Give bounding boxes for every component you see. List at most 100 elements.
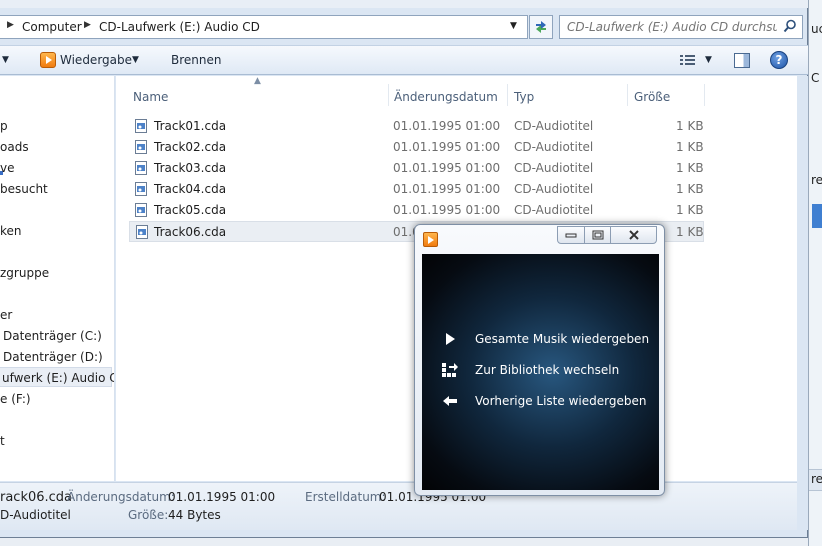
action-label: Zur Bibliothek wechseln — [475, 363, 620, 377]
nav-item-label: Datenträger (C:) — [3, 329, 102, 343]
nav-item[interactable]: er — [0, 305, 112, 325]
details-filename: rack06.cda — [0, 490, 73, 505]
background-window-top — [0, 0, 808, 8]
file-size: 1 KB — [676, 161, 704, 175]
search-icon[interactable] — [783, 19, 797, 33]
audio-file-icon — [135, 182, 147, 196]
table-row[interactable]: Track01.cda 01.01.1995 01:00 CD-Audiotit… — [129, 116, 704, 137]
action-label: Vorherige Liste wiedergeben — [475, 394, 647, 408]
nav-item-label: ufwerk (E:) Audio CD — [2, 371, 115, 385]
file-name: Track04.cda — [154, 182, 227, 196]
nav-item-label: e (F:) — [0, 392, 31, 406]
nav-item-drive-d[interactable]: Datenträger (D:) — [0, 347, 112, 367]
chevron-down-icon[interactable]: ▼ — [132, 55, 139, 65]
column-separator[interactable] — [388, 84, 389, 106]
breadcrumb-cd-drive[interactable]: CD-Laufwerk (E:) Audio CD — [99, 20, 260, 34]
column-separator[interactable] — [507, 84, 508, 106]
table-row[interactable]: Track03.cda 01.01.1995 01:00 CD-Audiotit… — [129, 158, 704, 179]
nav-item-label: zgruppe — [0, 266, 50, 280]
file-date: 01.01.1995 01:00 — [393, 203, 501, 217]
file-date: 01.01.1995 01:00 — [393, 140, 501, 154]
details-filetype: D-Audiotitel — [0, 508, 71, 522]
background-selection — [812, 204, 822, 228]
column-separator[interactable] — [627, 84, 628, 106]
background-text: re — [811, 472, 822, 486]
burn-button[interactable]: Brennen — [171, 53, 221, 67]
table-row[interactable]: Track02.cda 01.01.1995 01:00 CD-Audiotit… — [129, 137, 704, 158]
chevron-right-icon[interactable]: ▶ — [84, 20, 91, 30]
nav-item[interactable]: besucht — [0, 179, 112, 199]
audio-file-icon — [135, 203, 147, 217]
minimize-icon — [565, 233, 577, 238]
chevron-down-icon[interactable]: ▼ — [2, 55, 9, 65]
play-icon — [446, 333, 455, 345]
nav-item-cd-drive[interactable]: ufwerk (E:) Audio CD — [0, 367, 115, 387]
file-name: Track05.cda — [154, 203, 227, 217]
nav-item-label: er — [0, 308, 13, 322]
nav-item[interactable]: zgruppe — [0, 263, 112, 283]
media-player-icon[interactable] — [40, 52, 56, 68]
column-header-name[interactable]: Name — [133, 90, 168, 104]
background-window-bottom — [0, 538, 808, 546]
nav-item-drive-f[interactable]: e (F:) — [0, 389, 112, 409]
library-switch-icon — [442, 363, 458, 377]
nav-item[interactable]: t — [0, 431, 112, 451]
file-size: 1 KB — [676, 225, 704, 239]
file-name: Track03.cda — [154, 161, 227, 175]
background-text: C — [811, 71, 820, 85]
preview-pane-icon[interactable] — [734, 53, 750, 68]
details-modified-value: 01.01.1995 01:00 — [168, 490, 276, 504]
nav-item-label: p — [0, 119, 8, 133]
minimize-button[interactable] — [557, 226, 585, 244]
command-bar: ▼ Wiedergabe ▼ Brennen ▼ ? — [0, 45, 808, 75]
help-icon[interactable]: ? — [770, 51, 788, 69]
play-button[interactable]: Wiedergabe — [60, 53, 132, 67]
table-row[interactable]: Track04.cda 01.01.1995 01:00 CD-Audiotit… — [129, 179, 704, 200]
nav-item-label: Datenträger (D:) — [3, 350, 103, 364]
column-header-type[interactable]: Typ — [514, 90, 534, 104]
file-size: 1 KB — [676, 182, 704, 196]
nav-item-drive-c[interactable]: Datenträger (C:) — [0, 326, 112, 346]
table-row[interactable]: Track05.cda 01.01.1995 01:00 CD-Audiotit… — [129, 200, 704, 221]
breadcrumb-computer[interactable]: Computer — [22, 20, 82, 34]
file-name: Track02.cda — [154, 140, 227, 154]
details-size-label: Größe: — [128, 508, 169, 522]
restore-button[interactable] — [584, 226, 611, 244]
nav-item[interactable]: p — [0, 116, 112, 136]
scrollbar-track[interactable] — [797, 76, 808, 530]
file-type: CD-Audiotitel — [514, 161, 594, 175]
details-pane: rack06.cda D-Audiotitel Änderungsdatum: … — [0, 482, 797, 530]
close-button[interactable] — [610, 226, 657, 244]
nav-item[interactable]: ken — [0, 221, 112, 241]
file-date: 01.01.1995 01:00 — [393, 119, 501, 133]
file-size: 1 KB — [676, 203, 704, 217]
address-bar[interactable]: ▶ Computer ▶ CD-Laufwerk (E:) Audio CD ▼ — [0, 15, 528, 39]
file-type: CD-Audiotitel — [514, 203, 594, 217]
nav-item-label: ken — [0, 224, 22, 238]
nav-item[interactable]: oads — [0, 137, 112, 157]
search-field[interactable] — [559, 15, 803, 39]
refresh-button[interactable] — [529, 15, 553, 39]
address-row: ▶ Computer ▶ CD-Laufwerk (E:) Audio CD ▼ — [0, 8, 808, 44]
nav-item[interactable]: ve — [0, 158, 112, 178]
column-header-date[interactable]: Änderungsdatum — [394, 90, 498, 104]
nav-item-label: oads — [0, 140, 29, 154]
file-type: CD-Audiotitel — [514, 140, 594, 154]
file-size: 1 KB — [676, 140, 704, 154]
file-size: 1 KB — [676, 119, 704, 133]
action-label: Gesamte Musik wiedergeben — [475, 332, 650, 346]
view-options-icon[interactable] — [680, 54, 696, 67]
media-player-icon — [423, 232, 438, 247]
nav-item-label: ve — [0, 161, 15, 175]
search-input[interactable] — [567, 19, 777, 35]
background-text: re — [811, 173, 822, 187]
chevron-down-icon[interactable]: ▼ — [510, 21, 517, 31]
media-player-window[interactable]: Gesamte Musik wiedergeben Zur Bibliothek… — [414, 224, 665, 496]
chevron-down-icon[interactable]: ▼ — [705, 55, 712, 65]
chevron-right-icon[interactable]: ▶ — [7, 20, 14, 30]
nav-item-label: t — [0, 434, 5, 448]
column-header-size[interactable]: Größe — [634, 90, 670, 104]
file-name: Track01.cda — [154, 119, 227, 133]
column-separator[interactable] — [704, 84, 705, 106]
audio-file-icon — [135, 119, 147, 133]
